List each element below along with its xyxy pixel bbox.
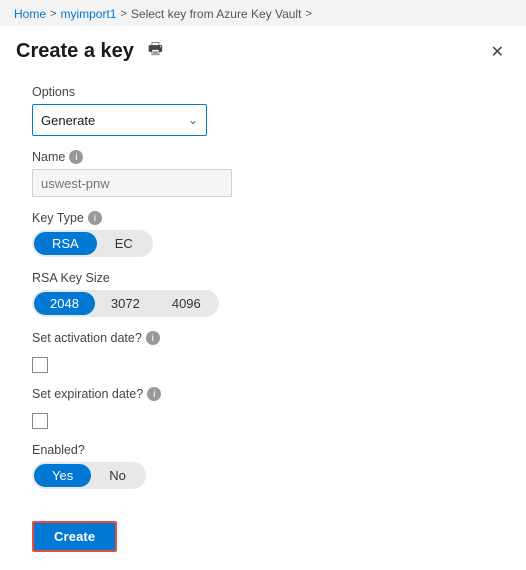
activation-date-field: Set activation date? i	[32, 331, 494, 373]
breadcrumb-myimport[interactable]: myimport1	[60, 7, 116, 21]
breadcrumb-sep-1: >	[50, 8, 56, 20]
breadcrumb-home[interactable]: Home	[14, 7, 46, 21]
name-info-icon[interactable]: i	[69, 150, 83, 164]
enabled-label: Enabled?	[32, 443, 494, 457]
enabled-toggle: Yes No	[32, 462, 146, 489]
breadcrumb-sep-3: >	[305, 8, 311, 20]
create-button[interactable]: Create	[32, 521, 117, 552]
expiration-date-field: Set expiration date? i	[32, 387, 494, 429]
key-type-toggle: RSA EC	[32, 230, 153, 257]
options-value: Generate	[41, 113, 95, 128]
breadcrumb: Home > myimport1 > Select key from Azure…	[0, 0, 526, 26]
options-dropdown[interactable]: Generate ⌄	[32, 104, 207, 136]
key-type-rsa-btn[interactable]: RSA	[34, 232, 97, 255]
breadcrumb-sep-2: >	[120, 8, 126, 20]
keysize-3072-btn[interactable]: 3072	[95, 292, 156, 315]
page-title: Create a key	[16, 40, 134, 63]
breadcrumb-selectkey: Select key from Azure Key Vault	[131, 7, 302, 21]
panel-footer: Create	[0, 509, 526, 570]
activation-info-icon[interactable]: i	[146, 331, 160, 345]
enabled-no-btn[interactable]: No	[91, 464, 144, 487]
chevron-down-icon: ⌄	[188, 113, 198, 127]
expiration-date-label: Set expiration date? i	[32, 387, 494, 401]
rsa-key-size-label: RSA Key Size	[32, 271, 494, 285]
key-type-ec-btn[interactable]: EC	[97, 232, 151, 255]
enabled-field: Enabled? Yes No	[32, 443, 494, 489]
key-type-label: Key Type i	[32, 211, 494, 225]
name-input[interactable]: uswest-pnw	[32, 169, 232, 197]
name-field: Name i uswest-pnw	[32, 150, 494, 197]
keysize-4096-btn[interactable]: 4096	[156, 292, 217, 315]
keysize-2048-btn[interactable]: 2048	[34, 292, 95, 315]
options-label: Options	[32, 85, 494, 99]
key-type-info-icon[interactable]: i	[88, 211, 102, 225]
name-label: Name i	[32, 150, 494, 164]
rsa-key-size-field: RSA Key Size 2048 3072 4096	[32, 271, 494, 317]
options-field: Options Generate ⌄	[32, 85, 494, 136]
close-icon[interactable]: ✕	[485, 40, 510, 64]
create-key-panel: Home > myimport1 > Select key from Azure…	[0, 0, 526, 570]
activation-checkbox[interactable]	[32, 357, 48, 373]
panel-header: Create a key 🖶 ✕	[0, 26, 526, 65]
key-type-field: Key Type i RSA EC	[32, 211, 494, 257]
rsa-key-size-toggle: 2048 3072 4096	[32, 290, 219, 317]
enabled-yes-btn[interactable]: Yes	[34, 464, 91, 487]
expiration-info-icon[interactable]: i	[147, 387, 161, 401]
form-body: Options Generate ⌄ Name i uswest-pnw Key…	[0, 65, 526, 509]
print-icon[interactable]: 🖶	[148, 38, 163, 65]
activation-date-label: Set activation date? i	[32, 331, 494, 345]
expiration-checkbox[interactable]	[32, 413, 48, 429]
